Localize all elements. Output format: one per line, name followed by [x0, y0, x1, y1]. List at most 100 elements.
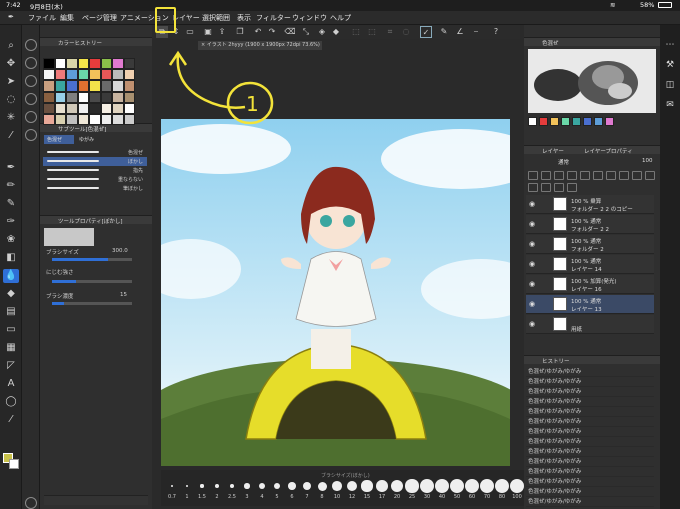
color-swatch[interactable] [123, 102, 135, 114]
brush-size-dot[interactable] [302, 481, 312, 491]
brush-size-dot[interactable] [376, 480, 388, 492]
opacity-value[interactable]: 100 [642, 158, 653, 164]
menu-help[interactable]: ヘルプ [330, 13, 351, 23]
brush-row[interactable]: 重ならない [43, 175, 147, 184]
menu-view[interactable]: 表示 [237, 13, 251, 23]
lasso-icon[interactable]: ◌ [400, 26, 412, 38]
layer-tool-icon[interactable] [528, 171, 538, 180]
app-logo-icon[interactable]: ✒ [8, 13, 14, 21]
brush-size-dot[interactable] [510, 479, 524, 493]
color-swatch[interactable] [77, 80, 89, 92]
mix-color-swatch[interactable] [605, 117, 614, 126]
color-swatch[interactable] [66, 69, 78, 81]
color-swatch[interactable] [112, 69, 124, 81]
layer-tool-icon[interactable] [580, 171, 590, 180]
brush-size-dot[interactable] [420, 479, 434, 493]
eye-icon[interactable]: ◉ [529, 320, 535, 328]
mix-color-swatch[interactable] [561, 117, 570, 126]
layer-row[interactable]: ◉ 100 % 通常 レイヤー 14 [526, 255, 654, 274]
history-item[interactable]: 色混ぜ/ゆがみ/ゆがみ [526, 418, 654, 427]
lasso-tool-icon[interactable]: ◌ [3, 93, 19, 107]
color-swatch[interactable] [89, 80, 101, 92]
brush-size-dot[interactable] [229, 483, 235, 489]
menu-file[interactable]: ファイル [28, 13, 56, 23]
help-icon[interactable]: ? [490, 26, 502, 38]
color-swatch[interactable] [89, 113, 101, 126]
layer-row[interactable]: ◉ 100 % 通常 フォルダー 2 [526, 235, 654, 254]
color-swatch[interactable] [54, 58, 66, 70]
layer-tool-icon[interactable] [606, 171, 616, 180]
color-swatch[interactable] [112, 58, 124, 70]
eye-icon[interactable]: ◉ [529, 300, 535, 308]
brush-size-dot[interactable] [435, 479, 449, 493]
brush-size-dot[interactable] [258, 482, 266, 490]
layer-row[interactable]: ◉ 100 % 加算(発光) レイヤー 16 [526, 275, 654, 294]
brush-size-dot[interactable] [361, 480, 373, 492]
color-swatch[interactable] [123, 91, 135, 103]
color-swatch[interactable] [112, 102, 124, 114]
intermediate-color-icon[interactable] [25, 93, 37, 105]
menu-filter[interactable]: フィルター [256, 13, 291, 23]
brush-size-dot[interactable] [288, 482, 296, 490]
color-swatch[interactable] [77, 91, 89, 103]
subtool-tab-distort[interactable]: ゆがみ [76, 135, 106, 144]
tool-palette-icon[interactable]: ⚒ [664, 59, 676, 71]
color-swatch[interactable] [43, 102, 55, 114]
color-swatch[interactable] [54, 69, 66, 81]
mix-color-swatch[interactable] [583, 117, 592, 126]
color-swatch[interactable] [66, 91, 78, 103]
color-swatch[interactable] [66, 58, 78, 70]
eyedropper-icon[interactable]: ⁄ [3, 129, 19, 143]
eraser-icon[interactable]: ◧ [3, 251, 19, 265]
layer-tool-icon[interactable] [554, 171, 564, 180]
history-item[interactable]: 色混ぜ/ゆがみ/ゆがみ [526, 428, 654, 437]
decoration-icon[interactable]: ❀ [3, 233, 19, 247]
color-swatch[interactable] [112, 80, 124, 92]
ruler-icon[interactable]: ∠ [454, 26, 466, 38]
history-item[interactable]: 色混ぜ/ゆがみ/ゆがみ [526, 368, 654, 377]
settings-icon[interactable] [25, 497, 37, 509]
subtool-tab-blend[interactable]: 色混ぜ [44, 135, 74, 144]
layer-tool-icon[interactable] [619, 171, 629, 180]
color-swatch[interactable] [100, 80, 112, 92]
brush-icon[interactable]: ✎ [438, 26, 450, 38]
blend-tool-icon[interactable]: 💧 [3, 269, 19, 283]
layer-tool-icon[interactable] [541, 171, 551, 180]
pen-pressure-icon[interactable]: ✓ [420, 26, 432, 38]
approx-color-icon[interactable] [25, 111, 37, 123]
layer-row[interactable]: ◉ 100 % 通常 レイヤー 13 [526, 295, 654, 314]
layer-row[interactable]: ◉ 100 % 通常 フォルダー 2 2 [526, 215, 654, 234]
color-set-icon[interactable] [25, 75, 37, 87]
gradient-icon[interactable]: ▤ [3, 305, 19, 319]
eye-icon[interactable]: ◉ [529, 220, 535, 228]
layer-row[interactable]: ◉ 100 % 乗算 フォルダー 2 2 のコピー [526, 195, 654, 214]
color-swatch[interactable] [112, 91, 124, 103]
clear-icon[interactable]: ⌫ [284, 26, 296, 38]
brush-size-dot[interactable] [214, 483, 220, 489]
color-swatch[interactable] [123, 69, 135, 81]
color-swatch[interactable] [43, 113, 55, 126]
brush-density-value[interactable]: 15 [120, 292, 127, 298]
brush-size-dot[interactable] [465, 479, 479, 493]
color-swatch[interactable] [123, 113, 135, 126]
layer-tool-icon[interactable] [528, 183, 538, 192]
color-swatch[interactable] [54, 113, 66, 126]
history-item[interactable]: 色混ぜ/ゆがみ/ゆがみ [526, 458, 654, 467]
brush-row[interactable]: 筆ぼかし [43, 184, 147, 193]
color-swatch[interactable] [100, 58, 112, 70]
dots-icon[interactable]: ⋯ [664, 39, 676, 51]
mix-color-swatch[interactable] [572, 117, 581, 126]
color-swatch[interactable] [54, 102, 66, 114]
color-wheel-icon[interactable] [25, 39, 37, 51]
chat-icon[interactable]: ✉ [664, 99, 676, 111]
color-mix-canvas[interactable] [528, 49, 656, 113]
layer-panel-icon[interactable]: ◫ [664, 79, 676, 91]
layer-tool-icon[interactable] [632, 171, 642, 180]
history-item[interactable]: 色混ぜ/ゆがみ/ゆがみ [526, 408, 654, 417]
brush-size-dot[interactable] [273, 482, 281, 490]
history-item[interactable]: 色混ぜ/ゆがみ/ゆがみ [526, 448, 654, 457]
history-item[interactable]: 色混ぜ/ゆがみ/ゆがみ [526, 388, 654, 397]
brush-size-dot[interactable] [317, 481, 327, 491]
color-swatch[interactable] [77, 113, 89, 126]
select-icon[interactable]: ⬚ [350, 26, 362, 38]
